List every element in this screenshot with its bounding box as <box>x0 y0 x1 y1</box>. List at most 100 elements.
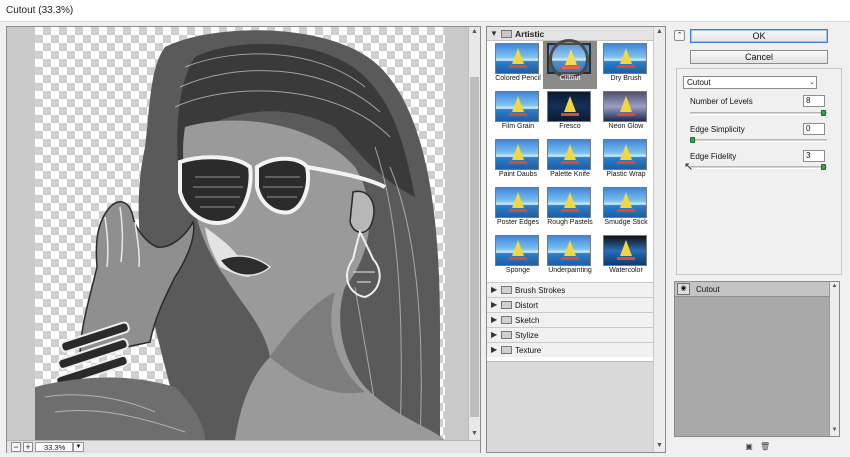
edge-simplicity-slider[interactable] <box>690 137 827 143</box>
zoom-dropdown-icon[interactable]: ▼ <box>73 442 84 452</box>
slider-knob[interactable] <box>690 137 695 143</box>
filter-thumb-neon-glow[interactable]: Neon Glow <box>599 89 653 137</box>
category-texture[interactable]: ▶ Texture <box>487 342 653 357</box>
zoom-value[interactable]: 33.3% <box>35 442 73 452</box>
chevron-down-icon[interactable]: ⌄ <box>809 77 815 88</box>
scroll-down-icon[interactable]: ▼ <box>830 426 839 435</box>
category-stylize[interactable]: ▶ Stylize <box>487 327 653 342</box>
edge-simplicity-label: Edge Simplicity <box>690 125 745 134</box>
scroll-up-icon[interactable]: ▲ <box>469 27 480 37</box>
category-label: Artistic <box>515 29 545 39</box>
scroll-up-icon[interactable]: ▲ <box>654 27 665 37</box>
scroll-down-icon[interactable]: ▼ <box>654 441 665 451</box>
preview-image <box>35 30 445 440</box>
cancel-button[interactable]: Cancel <box>690 50 828 64</box>
thumbnail-image <box>547 91 591 122</box>
preview-pane[interactable]: ▲ ▼ − + 33.3% ▼ <box>6 26 481 453</box>
expand-triangle-icon[interactable]: ▼ <box>490 29 498 38</box>
thumbnail-image <box>495 235 539 266</box>
gallery-empty-area <box>487 361 653 452</box>
preview-canvas[interactable] <box>35 27 445 440</box>
slider-knob[interactable] <box>821 110 826 116</box>
number-of-levels-field[interactable]: 8 <box>803 95 825 107</box>
filter-thumb-underpainting[interactable]: Underpainting <box>543 233 597 281</box>
folder-icon <box>501 301 512 309</box>
preview-vertical-scrollbar[interactable]: ▲ ▼ <box>468 27 480 440</box>
edge-simplicity-field[interactable]: 0 <box>803 123 825 135</box>
eye-icon[interactable]: ◉ <box>677 283 690 295</box>
collapsed-triangle-icon[interactable]: ▶ <box>491 330 497 339</box>
filter-select-value: Cutout <box>687 78 711 87</box>
window-title: Cutout (33.3%) <box>6 5 74 16</box>
filter-thumb-smudge-stick[interactable]: Smudge Stick <box>599 185 653 233</box>
number-of-levels-slider[interactable] <box>690 110 827 116</box>
zoom-out-button[interactable]: − <box>11 442 21 452</box>
filter-thumb-dry-brush[interactable]: Dry Brush <box>599 41 653 89</box>
filter-thumb-fresco[interactable]: Fresco <box>543 89 597 137</box>
scroll-up-icon[interactable]: ▲ <box>830 282 839 291</box>
category-brush-strokes[interactable]: ▶ Brush Strokes <box>487 282 653 297</box>
filter-label: Neon Glow <box>608 123 644 130</box>
collapsed-triangle-icon[interactable]: ▶ <box>491 345 497 354</box>
filter-thumb-watercolor[interactable]: Watercolor <box>599 233 653 281</box>
thumbnail-image <box>495 187 539 218</box>
scroll-thumb[interactable] <box>470 77 479 417</box>
filter-label: Watercolor <box>609 267 643 274</box>
category-label: Distort <box>515 301 539 310</box>
layers-scrollbar[interactable]: ▲ ▼ <box>829 282 839 436</box>
thumbnail-image <box>547 235 591 266</box>
category-label: Sketch <box>515 316 540 325</box>
filter-label: Dry Brush <box>610 75 642 82</box>
edge-fidelity-slider[interactable] <box>690 164 827 170</box>
delete-effect-layer-icon[interactable]: 🗑 <box>760 442 770 452</box>
edge-fidelity-field[interactable]: 3 <box>803 150 825 162</box>
thumbnail-image <box>603 187 647 218</box>
folder-icon <box>501 316 512 324</box>
filter-gallery: ▼ Artistic Colored Pencil Cutout Dry Bru… <box>486 26 666 453</box>
filter-label: Plastic Wrap <box>606 171 646 178</box>
edge-fidelity-label: Edge Fidelity <box>690 152 737 161</box>
folder-icon <box>501 30 512 38</box>
effect-layer-row[interactable]: ◉ Cutout <box>675 282 829 297</box>
filter-thumb-cutout[interactable]: Cutout <box>543 39 597 89</box>
collapsed-triangle-icon[interactable]: ▶ <box>491 300 497 309</box>
number-of-levels-label: Number of Levels <box>690 97 753 106</box>
filter-thumb-rough-pastels[interactable]: Rough Pastels <box>543 185 597 233</box>
thumbnail-image <box>603 235 647 266</box>
effect-layer-label: Cutout <box>696 285 720 294</box>
filter-label: Smudge Stick <box>604 219 648 226</box>
zoom-in-button[interactable]: + <box>23 442 33 452</box>
category-label: Stylize <box>515 331 539 340</box>
thumbnail-image <box>547 187 591 218</box>
folder-icon <box>501 331 512 339</box>
category-label: Texture <box>515 346 542 355</box>
filter-thumb-palette-knife[interactable]: Palette Knife <box>543 137 597 185</box>
filter-thumb-plastic-wrap[interactable]: Plastic Wrap <box>599 137 653 185</box>
gallery-list: ▼ Artistic Colored Pencil Cutout Dry Bru… <box>487 27 653 452</box>
mouse-pointer-icon: ↖ <box>684 161 694 173</box>
folder-icon <box>501 286 512 294</box>
collapsed-triangle-icon[interactable]: ▶ <box>491 315 497 324</box>
thumbnail-image <box>603 91 647 122</box>
folder-icon <box>501 346 512 354</box>
filter-thumbnails: Colored Pencil Cutout Dry Brush Film Gra… <box>487 39 653 281</box>
slider-knob[interactable] <box>821 164 826 170</box>
category-sketch[interactable]: ▶ Sketch <box>487 312 653 327</box>
zoom-bar: − + 33.3% ▼ <box>7 440 480 453</box>
ok-button[interactable]: OK <box>690 29 828 43</box>
scroll-down-icon[interactable]: ▼ <box>469 429 480 439</box>
filter-select[interactable]: Cutout ⌄ <box>683 76 817 89</box>
collapsed-triangle-icon[interactable]: ▶ <box>491 285 497 294</box>
gallery-scrollbar[interactable]: ▲ ▼ <box>653 27 665 452</box>
title-bar: Cutout (33.3%) <box>0 0 850 22</box>
magnifier-ring-icon <box>549 39 589 79</box>
thumbnail-image <box>495 91 539 122</box>
thumbnail-image <box>547 139 591 170</box>
collapse-gallery-icon[interactable]: ⌃ <box>674 30 685 41</box>
thumbnail-image <box>495 139 539 170</box>
category-label: Brush Strokes <box>515 286 566 295</box>
new-effect-layer-icon[interactable]: ▣ <box>744 442 754 452</box>
thumbnail-image <box>495 43 539 74</box>
effect-layers-panel: ◉ Cutout ▲ ▼ <box>674 281 840 437</box>
category-distort[interactable]: ▶ Distort <box>487 297 653 312</box>
